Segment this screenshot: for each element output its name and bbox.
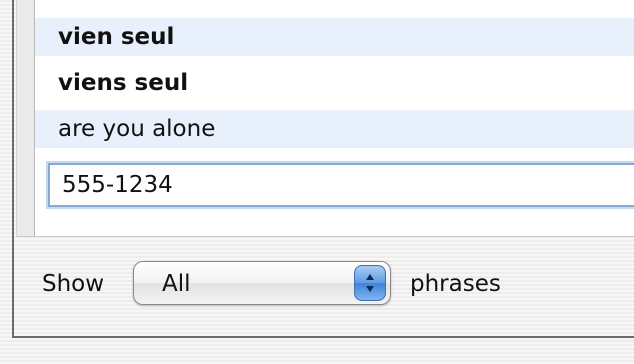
phrase-filter-popup[interactable]: All [133, 261, 391, 305]
list-item[interactable]: viens seul [35, 64, 634, 102]
list-item[interactable]: are you alone [35, 110, 634, 148]
show-label: Show [42, 271, 105, 297]
list-item-label: viens seul [58, 70, 189, 96]
up-down-chevron-icon [354, 265, 386, 301]
list-item[interactable]: vien seul [35, 18, 634, 56]
list-item-label: are you alone [58, 116, 216, 142]
phrases-label: phrases [410, 271, 501, 297]
list-item-label: vien seul [58, 24, 175, 50]
phrase-edit-field[interactable] [48, 163, 634, 207]
popup-selected-value: All [162, 271, 191, 297]
